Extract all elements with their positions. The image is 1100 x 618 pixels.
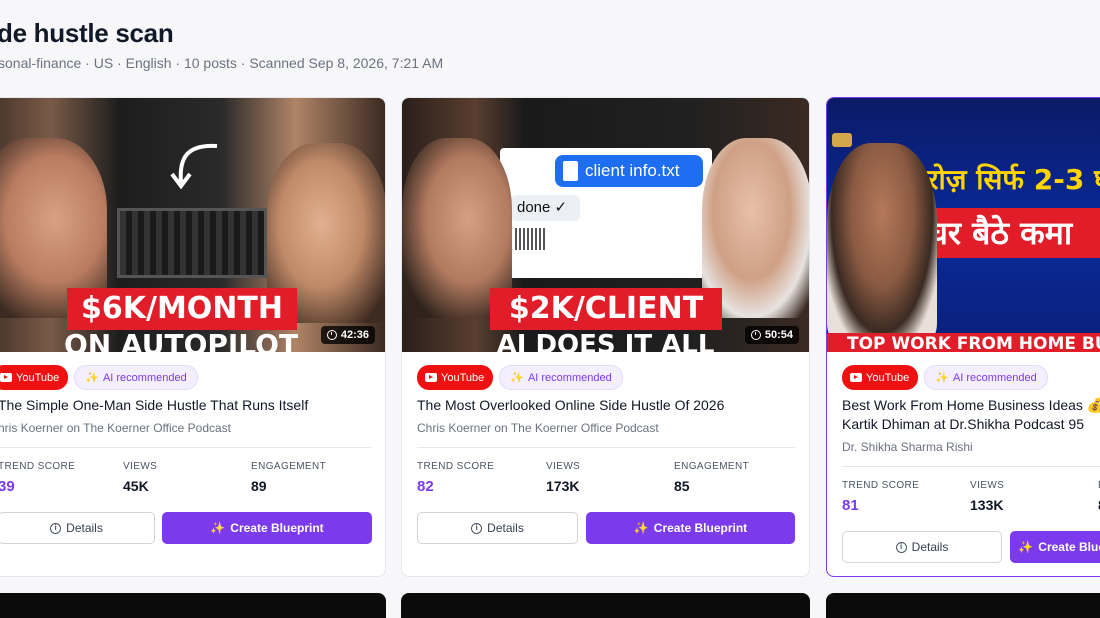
- create-blueprint-button[interactable]: ✨ Create Blueprint: [1010, 531, 1100, 563]
- arrow-icon: [170, 143, 218, 190]
- sparkle-icon: ✨: [85, 372, 99, 384]
- divider: [842, 466, 1100, 467]
- thumbnail-headline: $2K/CLIENT: [490, 288, 722, 330]
- create-blueprint-button[interactable]: ✨ Create Blueprint: [162, 512, 372, 544]
- video-thumbnail[interactable]: client info.txt done ✓ $2K/CLIENT AI DOE…: [402, 98, 809, 352]
- trend-score-stat: TREND SCORE 81: [842, 480, 920, 514]
- youtube-badge: YouTube: [842, 365, 919, 390]
- ai-recommended-badge: ✨ AI recommended: [499, 365, 623, 390]
- details-button[interactable]: i Details: [842, 531, 1002, 563]
- sparkle-icon: ✨: [510, 372, 524, 384]
- done-chip: done ✓: [510, 195, 580, 221]
- youtube-badge: YouTube: [0, 365, 69, 390]
- sparkle-icon: ✨: [935, 372, 949, 384]
- post-title[interactable]: Best Work From Home Business Ideas 💰 Kar…: [842, 396, 1100, 434]
- clock-icon: [750, 330, 761, 340]
- page-title: de hustle scan: [0, 18, 174, 48]
- post-card-stub[interactable]: [401, 593, 810, 618]
- thumbnail-headline-line2: घर बैठे कमा: [917, 208, 1100, 258]
- post-card[interactable]: $6K/MONTH ON AUTOPILOT 42:36 YouTube ✨ AI…: [0, 97, 386, 577]
- divider: [0, 447, 371, 448]
- info-icon: i: [471, 522, 483, 534]
- post-card[interactable]: client info.txt done ✓ $2K/CLIENT AI DOE…: [401, 97, 810, 577]
- thumbnail-headline: $6K/MONTH: [67, 288, 297, 330]
- post-title[interactable]: The Simple One-Man Side Hustle That Runs…: [0, 396, 371, 415]
- info-icon: i: [895, 541, 907, 553]
- badge-row: YouTube ✨ AI recommended: [0, 365, 198, 390]
- views-stat: VIEWS 173K: [546, 461, 581, 494]
- file-icon: [563, 161, 578, 181]
- ai-recommended-badge: ✨ AI recommended: [924, 365, 1048, 390]
- youtube-icon: [425, 373, 437, 382]
- post-author: Dr. Shikha Sharma Rishi: [842, 440, 973, 454]
- divider: [417, 447, 795, 448]
- info-icon: i: [50, 522, 62, 534]
- post-card[interactable]: रोज़ सिर्फ 2-3 घ घर बैठे कमा TOP WORK FR…: [826, 97, 1100, 577]
- engagement-stat: ENGAGEMENT 89: [251, 461, 327, 494]
- views-stat: VIEWS 133K: [970, 480, 1005, 513]
- badge-row: YouTube ✨ AI recommended: [842, 365, 1048, 390]
- engagement-stat: ENGAGEMENT 85: [674, 461, 750, 494]
- post-card-stub[interactable]: [0, 593, 386, 618]
- trend-score-stat: TREND SCORE 82: [417, 461, 495, 495]
- post-author: hris Koerner on The Koerner Office Podca…: [0, 421, 232, 435]
- details-button[interactable]: i Details: [417, 512, 578, 544]
- sparkle-icon: ✨: [1018, 540, 1034, 554]
- post-card-stub[interactable]: [826, 593, 1100, 618]
- trailer-graphic: [117, 208, 267, 278]
- youtube-icon: [850, 373, 862, 382]
- page-meta: sonal-finance · US · English · 10 posts …: [0, 55, 444, 71]
- sparkle-icon: ✨: [633, 521, 649, 535]
- details-button[interactable]: i Details: [0, 512, 155, 544]
- youtube-badge: YouTube: [417, 365, 494, 390]
- create-blueprint-button[interactable]: ✨ Create Blueprint: [586, 512, 795, 544]
- waveform-icon: [515, 228, 547, 250]
- video-thumbnail[interactable]: $6K/MONTH ON AUTOPILOT 42:36: [0, 98, 385, 352]
- thumbnail-subhead: ON AUTOPILOT: [63, 328, 299, 353]
- channel-logo: [832, 133, 852, 147]
- video-duration: 50:54: [744, 326, 799, 344]
- views-stat: VIEWS 45K: [123, 461, 158, 494]
- sparkle-icon: ✨: [210, 521, 226, 535]
- ai-recommended-badge: ✨ AI recommended: [74, 365, 198, 390]
- youtube-icon: [0, 373, 12, 382]
- thumbnail-subhead: AI DOES IT ALL: [496, 330, 715, 352]
- post-author: Chris Koerner on The Koerner Office Podc…: [417, 421, 659, 435]
- video-duration: 42:36: [320, 326, 375, 344]
- badge-row: YouTube ✨ AI recommended: [417, 365, 623, 390]
- thumbnail-subhead: TOP WORK FROM HOME BUSI: [827, 333, 1100, 352]
- post-title[interactable]: The Most Overlooked Online Side Hustle O…: [417, 396, 795, 415]
- thumbnail-headline-line1: रोज़ सिर्फ 2-3 घ: [927, 163, 1100, 196]
- clock-icon: [326, 330, 337, 340]
- trend-score-stat: TREND SCORE 39: [0, 461, 76, 495]
- person-image: [827, 143, 937, 343]
- video-thumbnail[interactable]: रोज़ सिर्फ 2-3 घ घर बैठे कमा TOP WORK FR…: [827, 98, 1100, 352]
